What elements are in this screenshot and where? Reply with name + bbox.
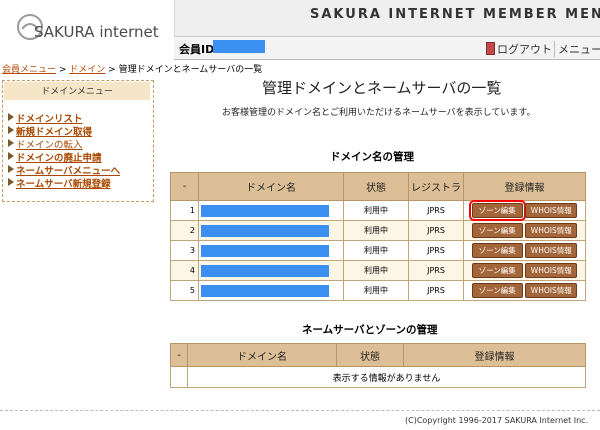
member-id-value <box>213 40 265 53</box>
registration-cell: ゾーン編集 WHOIS情報 <box>463 280 586 301</box>
row-number: 4 <box>170 260 199 281</box>
triangle-icon <box>8 178 14 186</box>
column-header-registration: 登録情報 <box>463 172 586 201</box>
breadcrumb-current: 管理ドメインとネームサーバの一覧 <box>118 65 263 75</box>
registrar-cell: JPRS <box>408 240 464 261</box>
registration-cell: ゾーン編集 WHOIS情報 <box>463 200 586 221</box>
page-description: お客様管理のドメイン名とご利用いただけるネームサーバを表示しています。 <box>222 108 536 118</box>
domain-section-title: ドメイン名の管理 <box>330 151 414 163</box>
table-row: 4 利用中 JPRS ゾーン編集 WHOIS情報 <box>170 260 586 281</box>
breadcrumb-separator: > <box>105 65 119 75</box>
domain-name-redacted[interactable] <box>201 244 329 257</box>
sidebar-item-domain-transfer[interactable]: ドメインの転入 <box>16 137 83 151</box>
column-header-status: 状態 <box>343 172 409 201</box>
whois-button[interactable]: WHOIS情報 <box>525 283 578 298</box>
whois-button[interactable]: WHOIS情報 <box>525 203 578 218</box>
zone-edit-button[interactable]: ゾーン編集 <box>471 283 523 298</box>
domain-cell[interactable] <box>198 220 344 241</box>
footer-divider <box>0 410 600 411</box>
registrar-cell: JPRS <box>408 200 464 221</box>
sidebar-item-nameserver-menu[interactable]: ネームサーバメニューへ <box>16 163 120 177</box>
zone-edit-button[interactable]: ゾーン編集 <box>471 243 523 258</box>
triangle-icon <box>8 113 14 121</box>
zone-edit-button[interactable]: ゾーン編集 <box>468 200 526 221</box>
zone-edit-button[interactable]: ゾーン編集 <box>471 263 523 278</box>
registration-cell: ゾーン編集 WHOIS情報 <box>463 260 586 281</box>
page-title: 管理ドメインとネームサーバの一覧 <box>262 79 502 97</box>
sidebar-item-domain-cancel[interactable]: ドメインの廃止申請 <box>16 150 102 164</box>
door-icon[interactable] <box>486 42 495 55</box>
whois-button[interactable]: WHOIS情報 <box>525 263 578 278</box>
breadcrumb-member-menu[interactable]: 会員メニュー <box>2 65 56 75</box>
domain-name-redacted[interactable] <box>201 264 329 277</box>
status-cell: 利用中 <box>343 260 409 281</box>
zone-edit-button[interactable]: ゾーン編集 <box>471 223 523 238</box>
whois-button[interactable]: WHOIS情報 <box>525 223 578 238</box>
column-header-registrar: レジストラ <box>408 172 464 201</box>
status-cell: 利用中 <box>343 240 409 261</box>
empty-index-cell <box>170 366 188 388</box>
table-row: 2 利用中 JPRS ゾーン編集 WHOIS情報 <box>170 220 586 241</box>
row-number: 3 <box>170 240 199 261</box>
triangle-icon <box>8 139 14 147</box>
domain-cell[interactable] <box>198 280 344 301</box>
triangle-icon <box>8 152 14 160</box>
table-row: 5 利用中 JPRS ゾーン編集 WHOIS情報 <box>170 280 586 301</box>
sidebar-list: ドメインリスト 新規ドメイン取得 ドメインの転入 ドメインの廃止申請 ネームサー… <box>8 111 153 201</box>
breadcrumb-domain[interactable]: ドメイン <box>69 65 105 75</box>
status-cell: 利用中 <box>343 280 409 301</box>
sidebar-item-nameserver-register[interactable]: ネームサーバ新規登録 <box>16 176 111 190</box>
domain-name-redacted[interactable] <box>201 204 329 217</box>
domain-table: - ドメイン名 状態 レジストラ 登録情報 1 利用中 JPRS ゾーン編集 W… <box>170 172 586 301</box>
logout-link[interactable]: ログアウト <box>497 41 552 57</box>
status-cell: 利用中 <box>343 220 409 241</box>
nameserver-table: - ドメイン名 状態 登録情報 表示する情報がありません <box>170 343 586 388</box>
breadcrumb-separator: > <box>56 65 70 75</box>
column-header-status: 状態 <box>336 343 404 367</box>
breadcrumb: 会員メニュー > ドメイン > 管理ドメインとネームサーバの一覧 <box>2 62 262 75</box>
triangle-icon <box>8 126 14 134</box>
whois-button[interactable]: WHOIS情報 <box>525 243 578 258</box>
menu-link[interactable]: メニュー <box>554 41 600 57</box>
registrar-cell: JPRS <box>408 220 464 241</box>
sidebar-item-domain-list[interactable]: ドメインリスト <box>16 111 83 125</box>
registrar-cell: JPRS <box>408 280 464 301</box>
nameserver-section-title: ネームサーバとゾーンの管理 <box>302 324 438 336</box>
sidebar-title: ドメインメニュー <box>41 87 113 97</box>
domain-cell[interactable] <box>198 200 344 221</box>
column-header-index: - <box>170 343 188 367</box>
domain-cell[interactable] <box>198 240 344 261</box>
domain-name-redacted[interactable] <box>201 224 329 237</box>
table-row: 表示する情報がありません <box>170 366 586 388</box>
domain-name-redacted[interactable] <box>201 284 329 297</box>
row-number: 5 <box>170 280 199 301</box>
registration-cell: ゾーン編集 WHOIS情報 <box>463 220 586 241</box>
column-header-domain: ドメイン名 <box>198 172 344 201</box>
table-row: 1 利用中 JPRS ゾーン編集 WHOIS情報 <box>170 200 586 221</box>
table-header-row: - ドメイン名 状態 レジストラ 登録情報 <box>170 172 586 201</box>
status-cell: 利用中 <box>343 200 409 221</box>
registrar-cell: JPRS <box>408 260 464 281</box>
table-header-row: - ドメイン名 状態 登録情報 <box>170 343 586 367</box>
column-header-registration: 登録情報 <box>403 343 586 367</box>
empty-message: 表示する情報がありません <box>187 366 586 388</box>
logo-text: SAKURA internet <box>34 23 159 41</box>
domain-cell[interactable] <box>198 260 344 281</box>
member-menu-title: SAKURA INTERNET MEMBER MENU <box>310 7 600 22</box>
copyright: (C)Copyright 1996-2017 SAKURA Internet I… <box>405 416 589 425</box>
column-header-domain: ドメイン名 <box>187 343 337 367</box>
column-header-index: - <box>170 172 199 201</box>
triangle-icon <box>8 165 14 173</box>
row-number: 1 <box>170 200 199 221</box>
row-number: 2 <box>170 220 199 241</box>
sidebar-item-new-domain[interactable]: 新規ドメイン取得 <box>16 124 92 138</box>
table-row: 3 利用中 JPRS ゾーン編集 WHOIS情報 <box>170 240 586 261</box>
registration-cell: ゾーン編集 WHOIS情報 <box>463 240 586 261</box>
